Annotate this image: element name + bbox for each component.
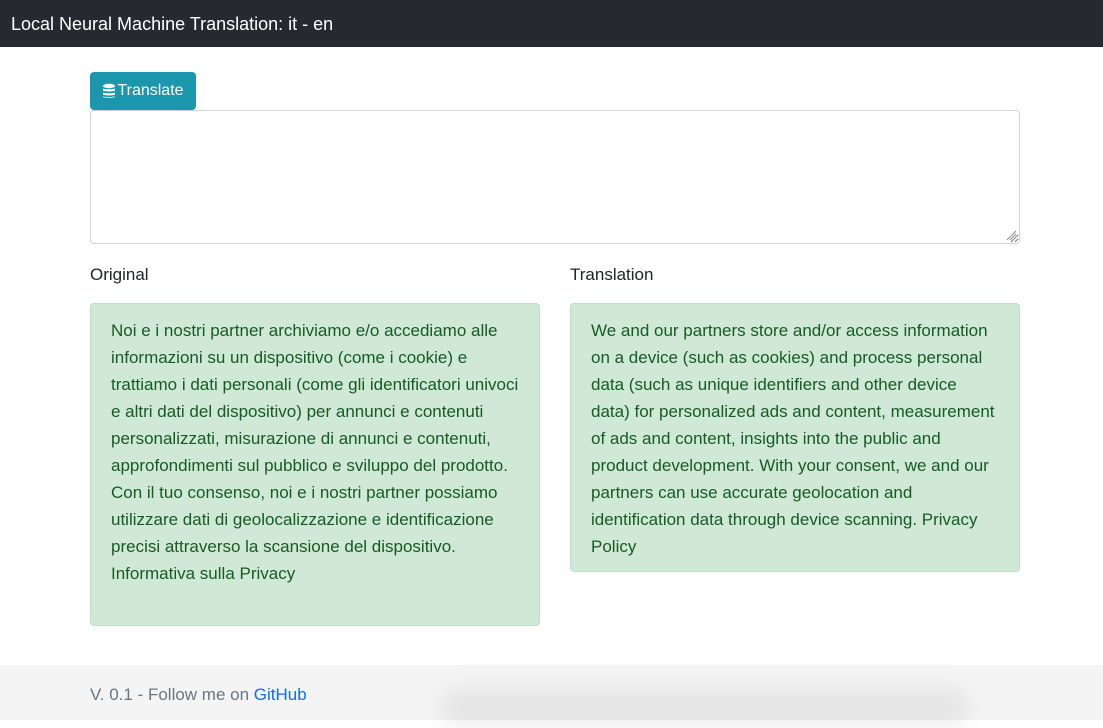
translation-text-box: We and our partners store and/or access …	[570, 303, 1020, 572]
footer-shadow	[440, 688, 970, 728]
app-title[interactable]: Local Neural Machine Translation: it - e…	[11, 14, 333, 34]
top-navbar: Local Neural Machine Translation: it - e…	[0, 0, 1103, 47]
translate-button[interactable]: Translate	[90, 72, 196, 110]
translation-label: Translation	[570, 265, 654, 284]
footer-text: V. 0.1 - Follow me on GitHub	[90, 685, 307, 705]
github-link[interactable]: GitHub	[254, 685, 307, 704]
database-icon	[102, 83, 116, 99]
source-text-input[interactable]	[90, 110, 1020, 244]
version-text: V. 0.1 - Follow me on	[90, 685, 254, 704]
resize-handle-icon[interactable]	[1005, 228, 1017, 241]
original-label: Original	[90, 265, 149, 284]
original-text-box: Noi e i nostri partner archiviamo e/o ac…	[90, 303, 540, 626]
translate-button-label: Translate	[117, 82, 184, 99]
